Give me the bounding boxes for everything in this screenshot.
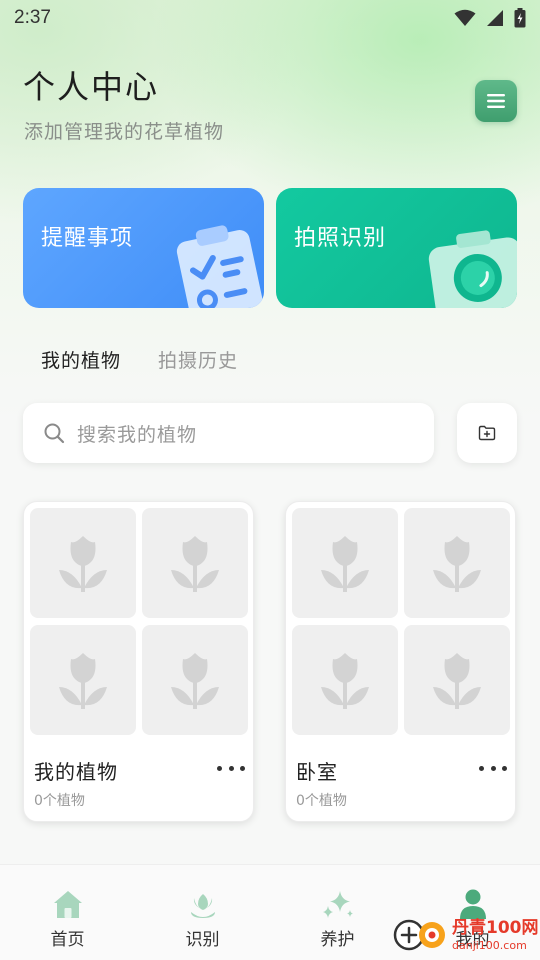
album-card-my-plants[interactable]: 我的植物 0个植物 [23, 501, 254, 822]
more-options-icon[interactable] [217, 758, 245, 778]
page-title: 个人中心 [23, 68, 160, 106]
reminder-card[interactable]: 提醒事项 [23, 188, 264, 308]
plant-placeholder-thumb [404, 625, 510, 735]
status-icons [454, 8, 526, 28]
nav-label: 养护 [320, 930, 355, 950]
tulip-placeholder-icon [321, 536, 369, 592]
add-folder-button[interactable] [457, 403, 517, 463]
battery-charging-icon [514, 8, 526, 28]
search-input[interactable]: 搜索我的植物 [23, 403, 434, 463]
plant-placeholder-thumb [142, 508, 248, 618]
status-bar: 2:37 [0, 0, 540, 36]
album-count: 0个植物 [296, 793, 347, 809]
watermark-text: 丹青100网 danji100.com [452, 917, 539, 952]
album-card-bedroom[interactable]: 卧室 0个植物 [285, 501, 516, 822]
menu-icon [487, 94, 505, 108]
watermark-line1: 丹青100网 [452, 917, 539, 938]
nav-item-identify[interactable]: 识别 [135, 865, 270, 960]
home-icon [53, 891, 82, 918]
menu-button[interactable] [475, 80, 517, 122]
tulip-placeholder-icon [171, 653, 219, 709]
tulip-placeholder-icon [433, 536, 481, 592]
tab-my-plants[interactable]: 我的植物 [41, 346, 121, 373]
sparkle-icon [322, 891, 353, 918]
plant-placeholder-thumb [142, 625, 248, 735]
tab-photo-history[interactable]: 拍摄历史 [158, 346, 238, 373]
reminder-card-label: 提醒事项 [41, 226, 134, 251]
status-time: 2:37 [14, 7, 51, 28]
nav-item-home[interactable]: 首页 [0, 865, 135, 960]
tulip-placeholder-icon [433, 653, 481, 709]
watermark-line2: danji100.com [452, 938, 527, 952]
album-count: 0个植物 [34, 793, 85, 809]
identify-card-label: 拍照识别 [294, 226, 387, 251]
tulip-placeholder-icon [59, 536, 107, 592]
page-subtitle: 添加管理我的花草植物 [24, 121, 225, 143]
album-name: 我的植物 [34, 760, 118, 784]
nav-item-care[interactable]: 养护 [270, 865, 405, 960]
wifi-icon [454, 9, 476, 26]
album-thumb-grid [292, 508, 510, 735]
plant-placeholder-thumb [292, 508, 398, 618]
tulip-placeholder-icon [321, 653, 369, 709]
more-options-icon[interactable] [479, 758, 507, 778]
tulip-placeholder-icon [171, 536, 219, 592]
watermark-logo [393, 919, 445, 951]
tulip-placeholder-icon [59, 653, 107, 709]
nav-label: 识别 [185, 930, 220, 950]
camera-icon [428, 230, 517, 308]
add-folder-icon [478, 425, 496, 441]
album-thumb-grid [30, 508, 248, 735]
identify-card[interactable]: 拍照识别 [276, 188, 517, 308]
plant-scan-icon [190, 894, 215, 918]
plant-placeholder-thumb [30, 625, 136, 735]
plant-placeholder-thumb [30, 508, 136, 618]
search-placeholder: 搜索我的植物 [77, 423, 198, 446]
album-name: 卧室 [296, 760, 338, 784]
watermark: 丹青100网 danji100.com [392, 910, 540, 960]
nav-label: 首页 [50, 930, 85, 950]
content-tabs: 我的植物 拍摄历史 [41, 346, 238, 373]
plant-placeholder-thumb [404, 508, 510, 618]
search-icon [44, 423, 65, 444]
plant-placeholder-thumb [292, 625, 398, 735]
signal-icon [487, 10, 503, 26]
clipboard-checklist-icon [176, 225, 264, 308]
